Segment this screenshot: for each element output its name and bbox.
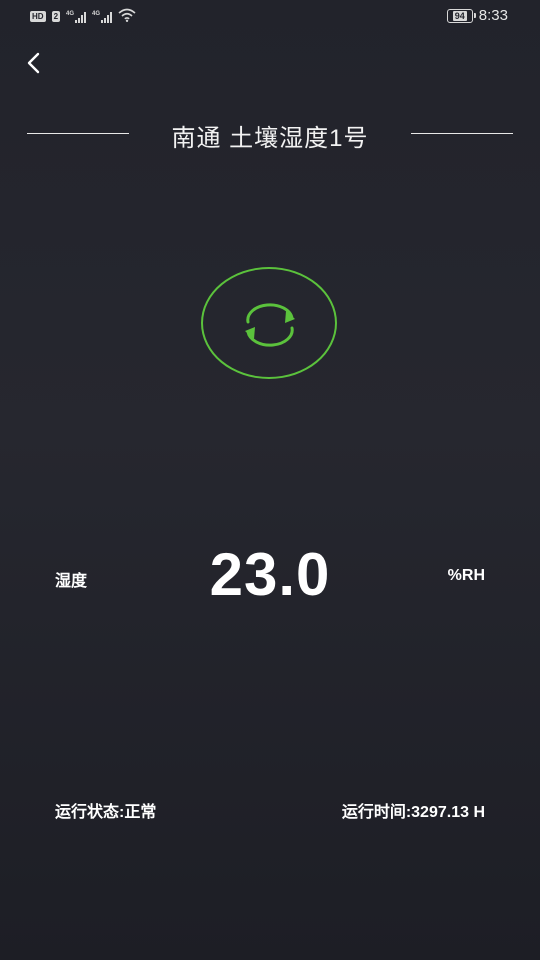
hd-icon: HD: [30, 11, 46, 22]
refresh-icon[interactable]: [240, 302, 300, 348]
title-divider-right: [411, 133, 513, 134]
humidity-label: 湿度: [55, 573, 88, 590]
title-divider-left: [27, 133, 129, 134]
battery-icon: 94: [446, 8, 476, 23]
header: 南通 土壤湿度1号: [0, 114, 540, 154]
status-time: 8:33: [478, 7, 508, 24]
run-time: 运行时间:3297.13 H: [341, 804, 485, 821]
signal-icon: 4G: [66, 10, 87, 23]
wifi-icon: [118, 8, 136, 25]
status-bar: HD 2 4G 4G 94 8:33: [0, 0, 540, 34]
back-button[interactable]: [20, 48, 48, 78]
humidity-value: 23.0: [209, 541, 331, 608]
page-title: 南通 土壤湿度1号: [171, 125, 369, 152]
humidity-unit: %RH: [447, 567, 485, 584]
sim-badge: 2: [51, 11, 61, 22]
back-arrow-icon: [20, 52, 48, 82]
status-right-group: 94 8:33: [446, 7, 508, 24]
signal-label: 4G: [92, 10, 101, 17]
status-left-group: HD 2 4G 4G: [30, 8, 136, 25]
battery-level: 94: [452, 10, 467, 21]
run-status: 运行状态:正常: [55, 804, 157, 821]
signal-label: 4G: [66, 10, 75, 17]
signal-icon: 4G: [92, 10, 113, 23]
